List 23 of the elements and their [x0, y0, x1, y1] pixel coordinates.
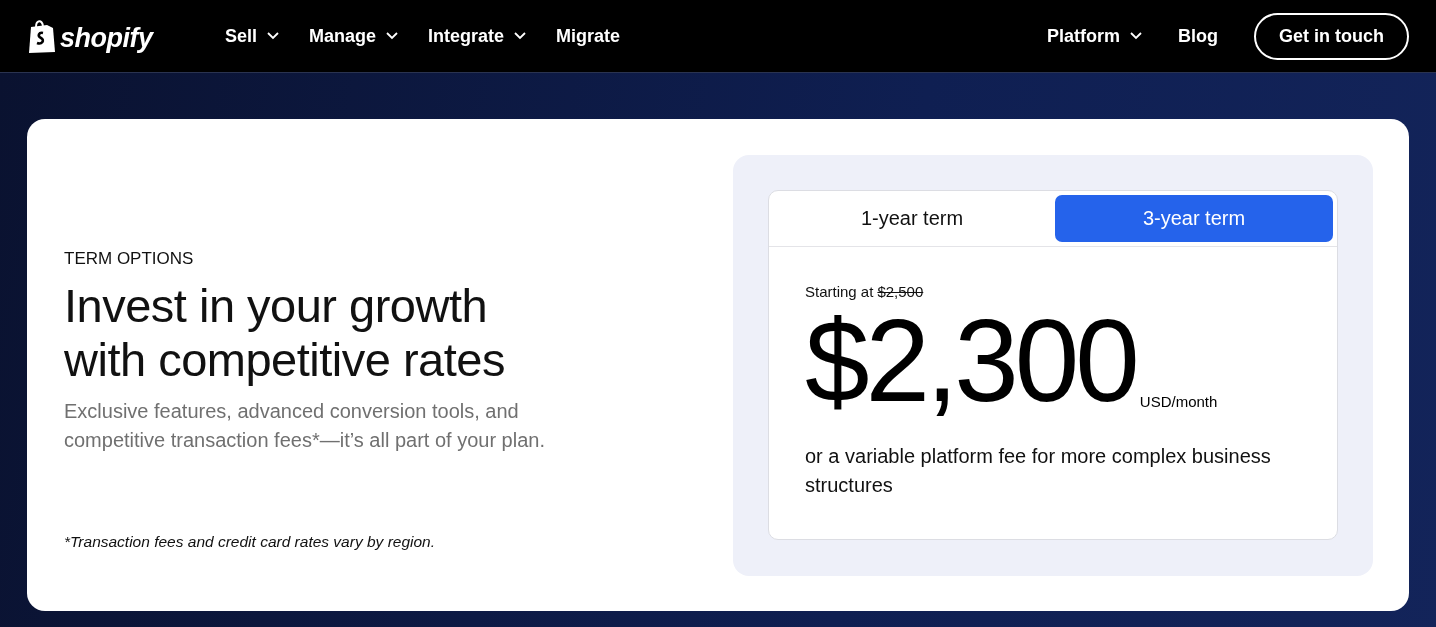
- chevron-down-icon: [267, 32, 280, 40]
- starting-label: Starting at: [805, 283, 874, 300]
- chevron-down-icon: [514, 32, 527, 40]
- nav-menu-item[interactable]: Manage: [309, 25, 399, 47]
- nav-menu-item[interactable]: Migrate: [556, 25, 621, 47]
- pricing-note: or a variable platform fee for more complex business structures: [805, 444, 1272, 498]
- section-heading: Invest in your growth with competitive rates: [64, 279, 506, 387]
- chevron-down-icon: [1130, 32, 1142, 40]
- logo-link[interactable]: shopify: [60, 23, 153, 54]
- nav-menu-item[interactable]: Integrate: [428, 25, 527, 47]
- shopping-bag-icon: [27, 18, 57, 54]
- footnote: *Transaction fees and credit card rates vary by region.: [64, 533, 437, 551]
- price: $2,300: [805, 302, 1136, 420]
- chevron-down-icon: [386, 32, 399, 40]
- get-in-touch-button[interactable]: Get in touch: [1254, 12, 1409, 60]
- original-price: $2,500: [877, 283, 924, 300]
- nav-menu-item[interactable]: Blog: [1178, 25, 1218, 47]
- price-unit: USD/month: [1139, 393, 1218, 412]
- section-description: Exclusive features, advanced conversion tools, and competitive transaction fees*—it’s all part of your plan.: [64, 399, 546, 453]
- nav-menu-item[interactable]: Sell: [225, 25, 280, 47]
- term-tab[interactable]: 3-year term: [1055, 195, 1333, 242]
- section-eyebrow: TERM OPTIONS: [64, 249, 195, 269]
- nav-menu-item[interactable]: Platform: [1047, 25, 1142, 47]
